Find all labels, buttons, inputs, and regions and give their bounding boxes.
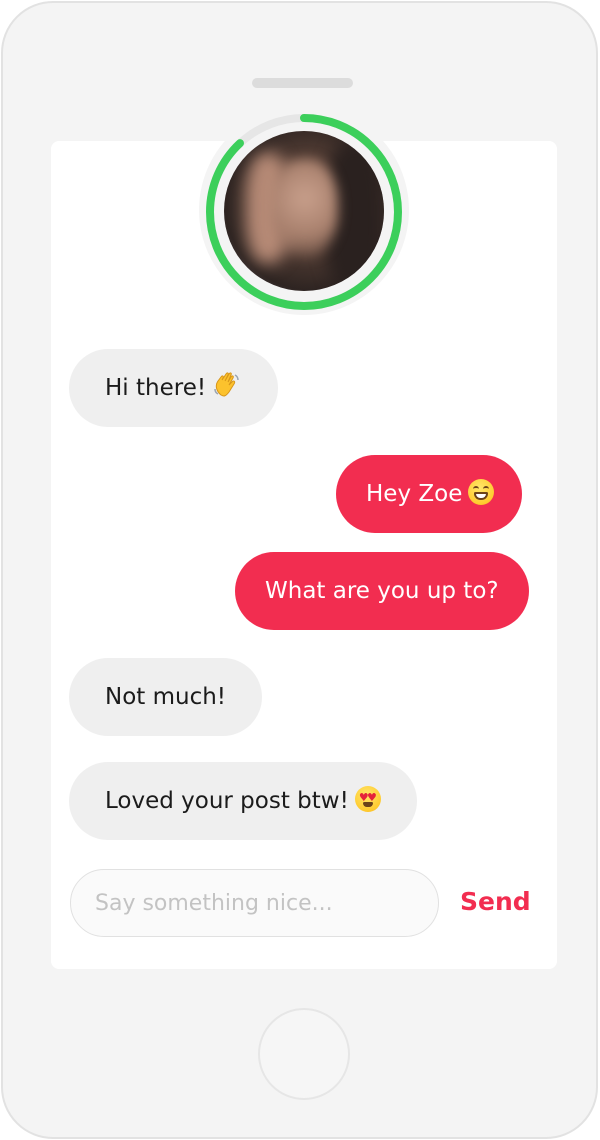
message-bubble-outgoing: Hey Zoe bbox=[336, 455, 523, 533]
message-input[interactable] bbox=[70, 869, 439, 937]
phone-frame: Hi there! Hey Zoe What are you up to? No… bbox=[1, 1, 598, 1139]
home-button[interactable] bbox=[258, 1008, 350, 1100]
grinning-face-icon bbox=[468, 479, 495, 505]
waving-hand-icon bbox=[212, 353, 242, 397]
send-button[interactable]: Send bbox=[460, 881, 531, 923]
message-bubble-incoming: Loved your post btw! ♥ ♥ bbox=[69, 762, 417, 840]
message-text: Not much! bbox=[105, 684, 227, 710]
message-text: Hey Zoe bbox=[366, 481, 463, 507]
message-bubble-incoming: Not much! bbox=[69, 658, 263, 736]
avatar-photo bbox=[224, 131, 384, 291]
message-text: Loved your post btw! bbox=[105, 788, 349, 814]
message-text: What are you up to? bbox=[265, 578, 499, 604]
phone-speaker bbox=[252, 78, 353, 88]
heart-eyes-face-icon: ♥ ♥ bbox=[354, 786, 381, 812]
message-text: Hi there! bbox=[105, 375, 207, 401]
message-bubble-incoming: Hi there! bbox=[69, 349, 279, 427]
contact-avatar[interactable] bbox=[199, 105, 409, 315]
message-bubble-outgoing: What are you up to? bbox=[235, 552, 529, 630]
